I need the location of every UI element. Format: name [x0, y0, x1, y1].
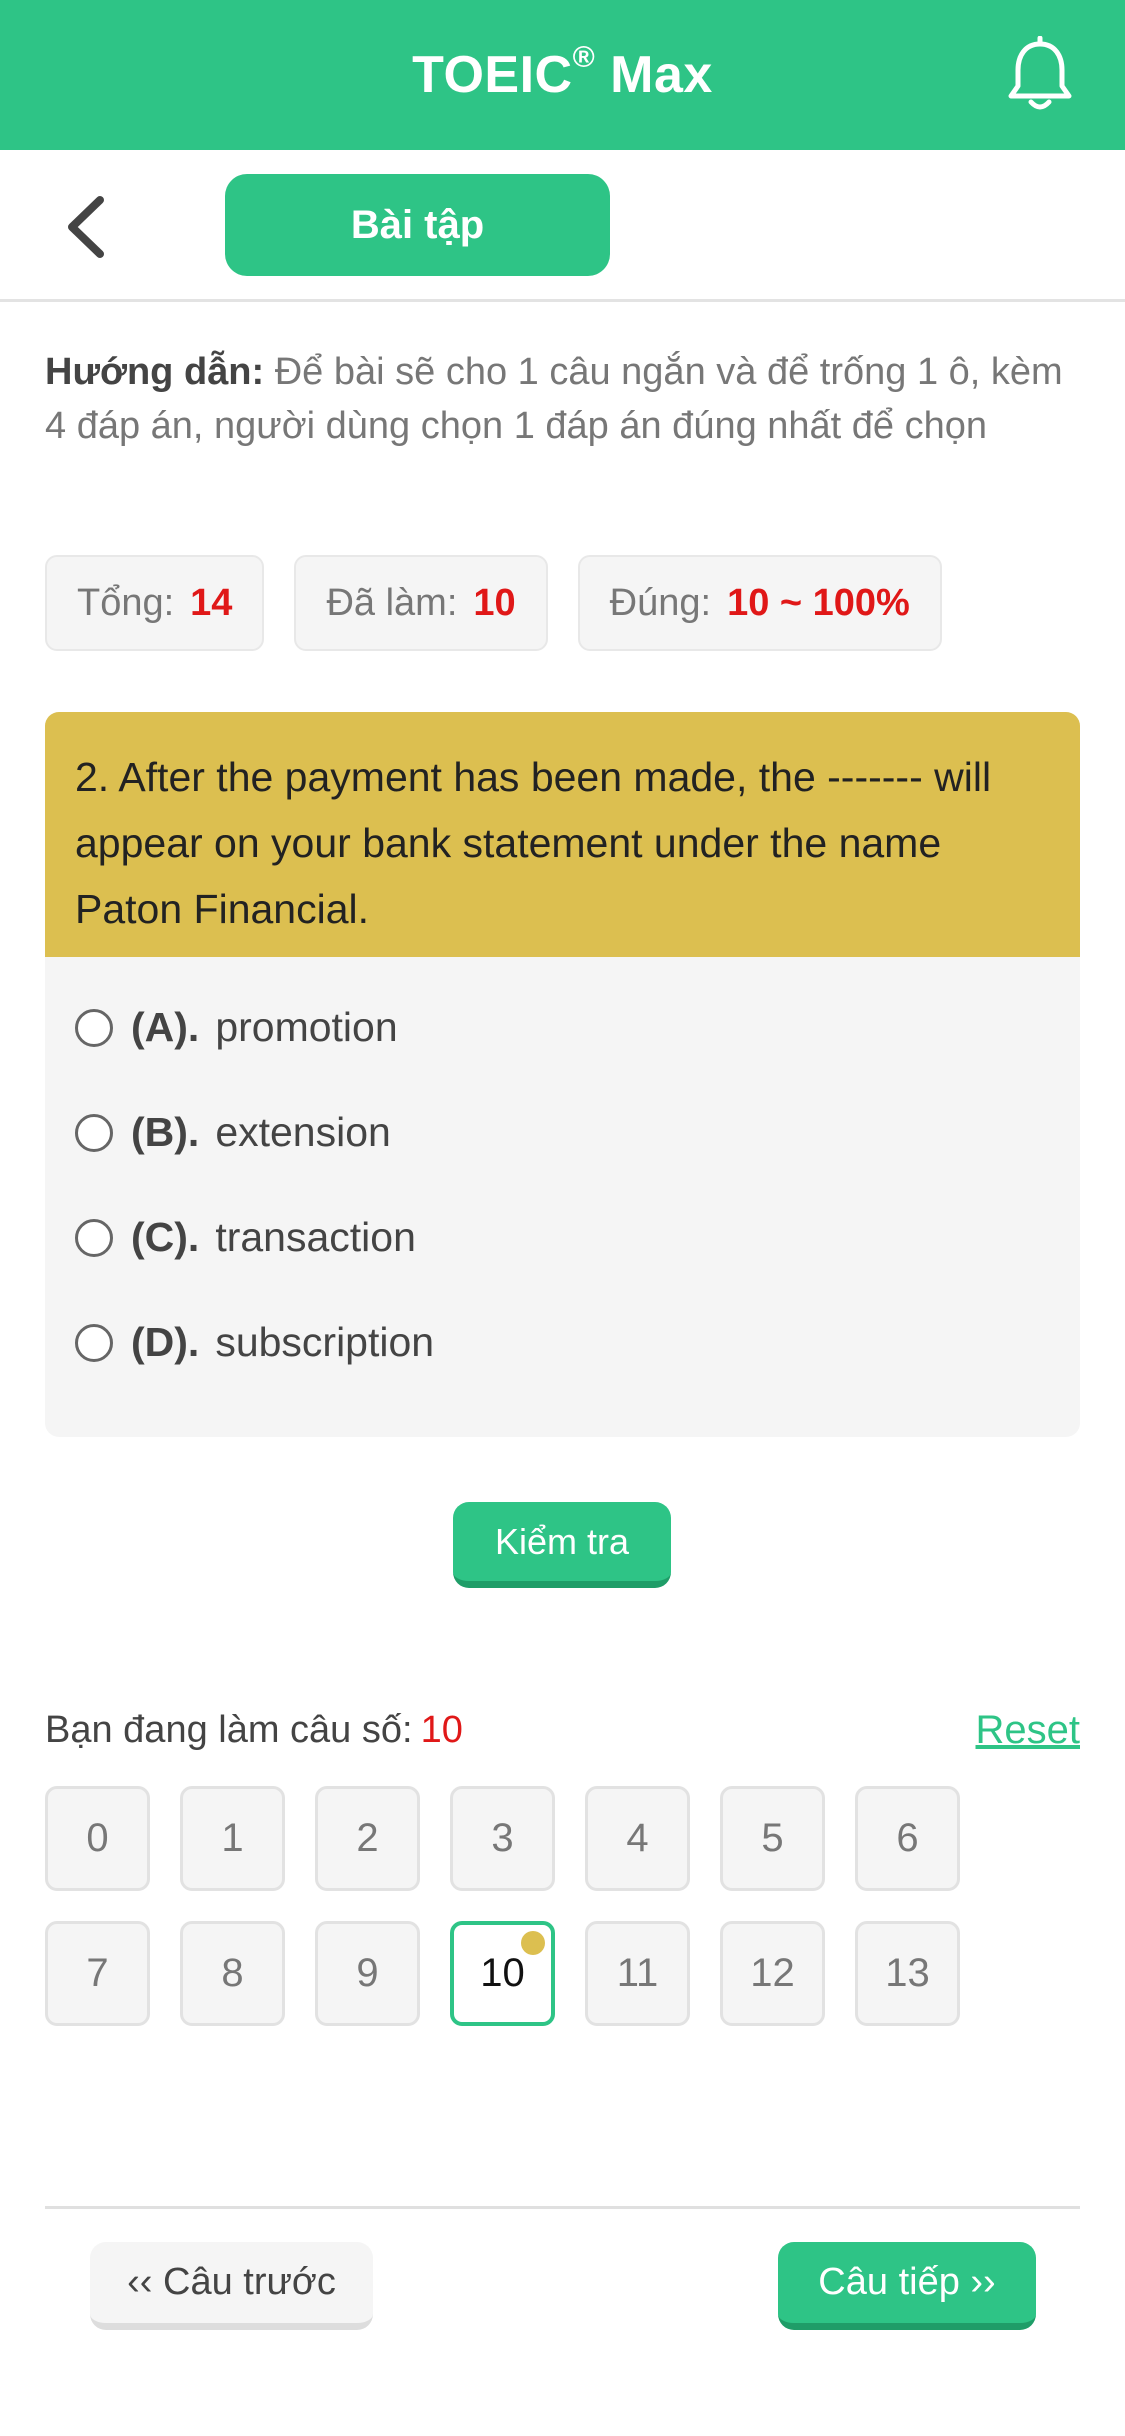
question-cell-2[interactable]: 2 [315, 1786, 420, 1891]
stats-bar: Tổng: 14 Đã làm: 10 Đúng: 10 ~ 100% [45, 555, 942, 651]
title-registered-mark: ® [572, 41, 596, 74]
instructions-label: Hướng dẫn: [45, 351, 265, 393]
question-cell-9[interactable]: 9 [315, 1921, 420, 2026]
option-letter: (D). [131, 1319, 200, 1365]
instructions: Hướng dẫn: Để bài sẽ cho 1 câu ngắn và đ… [45, 345, 1085, 453]
current-question-label: Bạn đang làm câu số: [45, 1708, 413, 1751]
option-letter: (B). [131, 1109, 200, 1155]
option-letter: (C). [131, 1214, 200, 1260]
stat-total: Tổng: 14 [45, 555, 265, 651]
current-question-number: 10 [420, 1708, 463, 1751]
tab-exercise[interactable]: Bài tập [225, 174, 610, 276]
bell-icon[interactable] [1005, 36, 1075, 116]
option-text: extension [215, 1109, 391, 1155]
app-root: TOEIC® Max Bài tập Hướng dẫn: Để bài sẽ … [0, 0, 1125, 2436]
reset-link[interactable]: Reset [976, 1708, 1081, 1753]
question-text: 2. After the payment has been made, the … [45, 712, 1080, 957]
stat-correct-label: Đúng: [609, 581, 712, 624]
sub-header: Bài tập [0, 150, 1125, 302]
question-cell-6[interactable]: 6 [855, 1786, 960, 1891]
answer-options: (A). promotion (B). extension (C). trans… [45, 957, 1080, 1395]
current-indicator-dot [521, 1931, 545, 1955]
progress-row: Bạn đang làm câu số: 10 Reset [45, 1700, 1080, 1760]
option-text: subscription [215, 1319, 435, 1365]
current-question-info: Bạn đang làm câu số: 10 [45, 1709, 463, 1752]
divider [45, 2206, 1080, 2209]
radio-button[interactable] [75, 1113, 113, 1152]
question-cell-12[interactable]: 12 [720, 1921, 825, 2026]
stat-done-value: 10 [473, 581, 516, 624]
question-cell-0[interactable]: 0 [45, 1786, 150, 1891]
previous-question-button[interactable]: ‹‹ Câu trước [90, 2242, 373, 2330]
title-suffix: Max [595, 46, 713, 104]
stat-total-value: 14 [190, 581, 233, 624]
question-cell-5[interactable]: 5 [720, 1786, 825, 1891]
option-text: transaction [215, 1214, 416, 1260]
title-text: TOEIC [412, 46, 573, 104]
radio-button[interactable] [75, 1008, 113, 1047]
question-cell-13[interactable]: 13 [855, 1921, 960, 2026]
stat-done-label: Đã làm: [326, 581, 458, 624]
question-cell-3[interactable]: 3 [450, 1786, 555, 1891]
option-d[interactable]: (D). subscription [75, 1290, 1050, 1395]
stat-total-label: Tổng: [77, 581, 175, 624]
option-text: promotion [215, 1004, 398, 1050]
radio-button[interactable] [75, 1218, 113, 1257]
next-question-button[interactable]: Câu tiếp ›› [778, 2242, 1036, 2330]
question-card: 2. After the payment has been made, the … [45, 712, 1080, 1437]
question-cell-1[interactable]: 1 [180, 1786, 285, 1891]
question-cell-7[interactable]: 7 [45, 1921, 150, 2026]
question-cell-4[interactable]: 4 [585, 1786, 690, 1891]
check-button[interactable]: Kiểm tra [453, 1502, 671, 1588]
option-letter: (A). [131, 1004, 200, 1050]
radio-button[interactable] [75, 1323, 113, 1362]
question-cell-10[interactable]: 10 [450, 1921, 555, 2026]
question-cell-8[interactable]: 8 [180, 1921, 285, 2026]
stat-correct: Đúng: 10 ~ 100% [577, 555, 942, 651]
option-b[interactable]: (B). extension [75, 1080, 1050, 1185]
option-c[interactable]: (C). transaction [75, 1185, 1050, 1290]
app-title: TOEIC® Max [412, 41, 713, 105]
question-cell-11[interactable]: 11 [585, 1921, 690, 2026]
chevron-left-icon[interactable] [60, 192, 116, 262]
stat-correct-value: 10 ~ 100% [727, 581, 910, 624]
option-a[interactable]: (A). promotion [75, 975, 1050, 1080]
app-header: TOEIC® Max [0, 0, 1125, 150]
stat-done: Đã làm: 10 [294, 555, 548, 651]
question-grid: 0 1 2 3 4 5 6 7 8 9 10 11 12 13 [45, 1786, 1005, 2026]
